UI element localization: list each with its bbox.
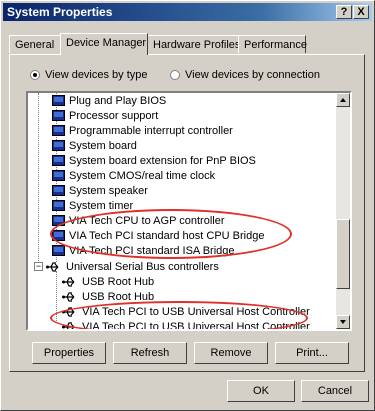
tree-item[interactable]: Plug and Play BIOS: [52, 93, 166, 108]
tab-performance[interactable]: Performance: [238, 35, 307, 53]
help-button[interactable]: ?: [336, 5, 352, 19]
highlight-ellipse-usb-controllers: [50, 301, 308, 329]
tree-item[interactable]: Processor support: [52, 108, 158, 123]
tree-item[interactable]: USB Root Hub: [62, 274, 154, 289]
device-tree[interactable]: Plug and Play BIOS Processor support Pro…: [26, 91, 352, 331]
tree-item[interactable]: System speaker: [52, 183, 148, 198]
view-by-type-option[interactable]: View devices by type: [30, 69, 148, 81]
device-manager-panel: View devices by type View devices by con…: [9, 54, 365, 372]
tree-category-usb[interactable]: Universal Serial Bus controllers: [46, 259, 219, 274]
highlight-ellipse-via-bridges: [50, 209, 292, 259]
tab-hardware-profiles[interactable]: Hardware Profiles: [147, 35, 240, 53]
tab-general[interactable]: General: [9, 35, 61, 53]
arrow-down-icon: [340, 320, 346, 324]
tree-item[interactable]: System CMOS/real time clock: [52, 168, 215, 183]
tab-device-manager[interactable]: Device Manager: [60, 33, 148, 55]
radio-by-type[interactable]: [30, 70, 40, 80]
usb-icon: [46, 261, 59, 272]
collapse-usb-toggle[interactable]: −: [34, 262, 43, 271]
scroll-down-button[interactable]: [336, 315, 350, 329]
scroll-thumb[interactable]: [336, 219, 350, 289]
device-icon: [52, 95, 65, 106]
device-icon: [52, 140, 65, 151]
refresh-button[interactable]: Refresh: [113, 342, 187, 364]
arrow-up-icon: [340, 98, 346, 102]
ok-button[interactable]: OK: [227, 380, 295, 402]
tree-item[interactable]: Programmable interrupt controller: [52, 123, 233, 138]
view-by-connection-label: View devices by connection: [185, 69, 320, 81]
tree-item[interactable]: System board extension for PnP BIOS: [52, 153, 256, 168]
system-properties-window: System Properties ? X General Device Man…: [0, 0, 375, 411]
tree-line: [38, 93, 39, 263]
device-icon: [52, 170, 65, 181]
device-icon: [52, 185, 65, 196]
usb-icon: [62, 276, 75, 287]
view-by-type-label: View devices by type: [45, 69, 148, 81]
view-by-connection-option[interactable]: View devices by connection: [170, 69, 320, 81]
device-icon: [52, 245, 65, 256]
print-button[interactable]: Print...: [275, 342, 349, 364]
tree-item[interactable]: System board: [52, 138, 137, 153]
window-title: System Properties: [7, 5, 113, 19]
tree-scrollbar[interactable]: [336, 93, 350, 329]
scroll-up-button[interactable]: [336, 93, 350, 107]
properties-button[interactable]: Properties: [32, 342, 106, 364]
device-icon: [52, 200, 65, 211]
radio-by-connection[interactable]: [170, 70, 180, 80]
device-icon: [52, 110, 65, 121]
usb-icon: [62, 291, 75, 302]
device-icon: [52, 125, 65, 136]
title-bar[interactable]: System Properties ? X: [3, 3, 372, 21]
remove-button[interactable]: Remove: [194, 342, 268, 364]
cancel-button[interactable]: Cancel: [301, 380, 369, 402]
device-icon: [52, 155, 65, 166]
close-button[interactable]: X: [353, 5, 369, 19]
